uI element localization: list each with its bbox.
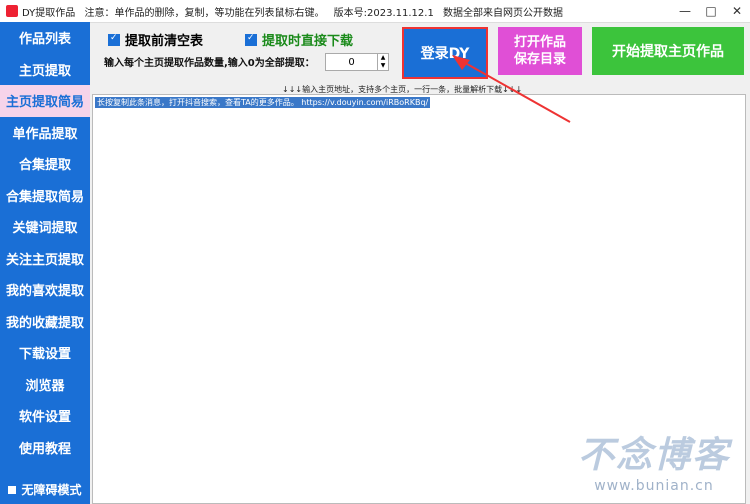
checkbox-checked-icon [245,33,257,46]
watermark-url: www.bunian.cn [594,478,714,494]
stepper-arrows[interactable]: ▲ ▼ [377,54,388,70]
sidebar-item-following[interactable]: 关注主页提取 [0,243,90,275]
sidebar-item-homepage-extract[interactable]: 主页提取 [0,54,90,86]
main-panel: 提取前清空表 提取时直接下载 输入每个主页提取作品数量,输入0为全部提取： 0 … [90,22,750,504]
sidebar: 作品列表 主页提取 主页提取简易 单作品提取 合集提取 合集提取简易 关键词提取… [0,22,90,504]
title-bar: DY提取作品 注意：单作品的删除，复制，等功能在列表鼠标右键。 版本号:2023… [0,0,750,23]
sidebar-item-software-settings[interactable]: 软件设置 [0,400,90,432]
version-text: 版本号:2023.11.12.1 [333,7,434,19]
accessible-mode-label: 无障碍模式 [21,483,82,497]
count-value: 0 [348,56,355,68]
clear-before-checkbox[interactable]: 提取前清空表 [108,30,203,49]
annotation-arrow [452,55,571,123]
chevron-up-icon[interactable]: ▲ [378,54,388,62]
maximize-button[interactable]: □ [698,0,724,22]
checkbox-checked-icon [108,33,120,46]
app-name: DY提取作品 [22,7,76,19]
sidebar-item-collection[interactable]: 合集提取 [0,148,90,180]
checkbox-icon [8,485,17,494]
minimize-button[interactable]: — [672,0,698,22]
sidebar-item-collection-simple[interactable]: 合集提取简易 [0,180,90,212]
sidebar-item-homepage-simple[interactable]: 主页提取简易 [0,85,90,117]
app-icon [6,5,18,17]
watermark-title: 不念博客 [577,435,730,476]
count-label: 输入每个主页提取作品数量,输入0为全部提取： [104,58,315,69]
sidebar-item-download-settings[interactable]: 下载设置 [0,337,90,369]
chevron-down-icon[interactable]: ▼ [378,62,388,70]
sidebar-item-likes[interactable]: 我的喜欢提取 [0,274,90,306]
count-stepper[interactable]: 0 ▲ ▼ [325,53,389,71]
selected-url-text: 长按复制此条消息，打开抖音搜索，查看TA的更多作品。 https://v.dou… [95,97,431,108]
title-text: DY提取作品 注意：单作品的删除，复制，等功能在列表鼠标右键。 版本号:2023… [22,4,569,19]
direct-download-label: 提取时直接下载 [262,34,354,49]
sidebar-item-works-list[interactable]: 作品列表 [0,22,90,54]
sidebar-item-single-work[interactable]: 单作品提取 [0,117,90,149]
watermark: 不念博客 www.bunian.cn [578,426,730,494]
sidebar-item-keyword[interactable]: 关键词提取 [0,211,90,243]
close-button[interactable]: ✕ [724,0,750,22]
window-controls: — □ ✕ [672,0,750,22]
accessible-mode-toggle[interactable]: 无障碍模式 [0,481,90,498]
open-folder-line1: 打开作品 [513,35,566,50]
direct-download-checkbox[interactable]: 提取时直接下载 [245,30,353,49]
sidebar-item-favorites[interactable]: 我的收藏提取 [0,306,90,338]
clear-before-label: 提取前清空表 [125,34,204,49]
data-note: 数据全部来自网页公开数据 [443,7,563,19]
notice-text: 注意：单作品的删除，复制，等功能在列表鼠标右键。 [84,7,325,19]
sidebar-item-browser[interactable]: 浏览器 [0,369,90,401]
sidebar-item-tutorial[interactable]: 使用教程 [0,432,90,464]
